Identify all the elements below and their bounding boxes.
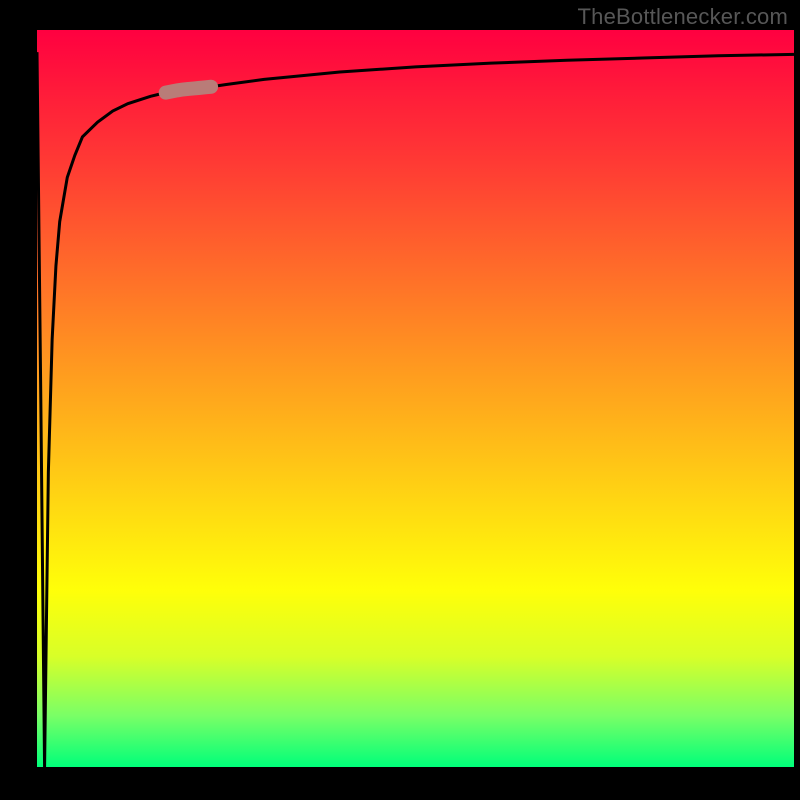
- bottleneck-curve: [37, 52, 794, 767]
- marker-segment: [166, 87, 211, 93]
- figure-root: TheBottlenecker.com: [0, 0, 800, 800]
- curve-layer: [37, 30, 794, 767]
- watermark-text: TheBottlenecker.com: [578, 4, 788, 30]
